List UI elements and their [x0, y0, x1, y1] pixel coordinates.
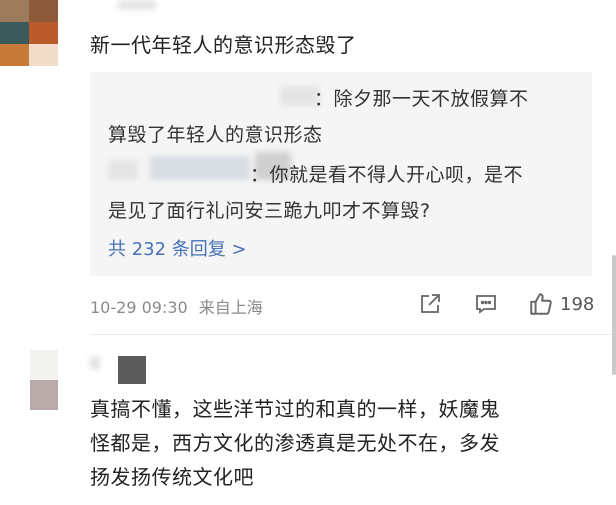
reply-author-redacted[interactable]	[150, 156, 250, 180]
reply-text: ：你就是看不得人开心呗，是不	[250, 160, 523, 187]
reply-separator: ：	[250, 164, 270, 186]
username-redacted[interactable]	[118, 0, 156, 10]
avatar[interactable]	[30, 350, 58, 410]
reply-separator: ：	[314, 88, 334, 110]
share-button[interactable]	[416, 290, 444, 318]
comment-line: 真搞不懂，这些洋节过的和真的一样，妖魔鬼	[90, 397, 500, 421]
username-redacted[interactable]	[118, 356, 146, 384]
avatar[interactable]	[0, 0, 58, 66]
comment-divider	[90, 334, 616, 335]
location: 来自上海	[198, 298, 263, 317]
comment-button[interactable]	[472, 290, 500, 318]
share-icon	[421, 294, 440, 313]
like-count: 198	[560, 293, 595, 315]
reply-line: 你就是看不得人开心呗，是不	[269, 164, 524, 186]
comment-text: 真搞不懂，这些洋节过的和真的一样，妖魔鬼 怪都是，西方文化的渗透真是无处不在，多…	[90, 392, 500, 494]
scrollbar[interactable]	[612, 255, 616, 375]
comment-icon	[476, 295, 496, 314]
more-replies-link[interactable]: 共 232 条回复 >	[108, 235, 247, 261]
comment-text: 新一代年轻人的意识形态毁了	[90, 33, 357, 57]
like-icon	[530, 293, 552, 315]
reply-text-cont: 是见了面行礼问安三跪九叩才不算毁?	[108, 200, 431, 222]
timestamp: 10-29 09:30	[90, 298, 188, 317]
comment-line: 怪都是，西方文化的渗透真是无处不在，多发	[90, 431, 500, 455]
comment-line: 扬发扬传统文化吧	[90, 465, 254, 489]
reply-author-redacted[interactable]	[108, 160, 138, 180]
username-redacted[interactable]	[90, 356, 100, 370]
reply-text: ：除夕那一天不放假算不	[314, 84, 529, 111]
reply-line: 除夕那一天不放假算不	[333, 88, 529, 110]
comment-timestamp: 10-29 09:30 来自上海	[90, 294, 263, 318]
replies-box[interactable]: ：除夕那一天不放假算不 算毁了年轻人的意识形态 ：你就是看不得人开心呗，是不 是…	[90, 72, 592, 276]
like-button[interactable]: 198	[528, 288, 594, 320]
reply-text-cont: 算毁了年轻人的意识形态	[108, 124, 323, 146]
